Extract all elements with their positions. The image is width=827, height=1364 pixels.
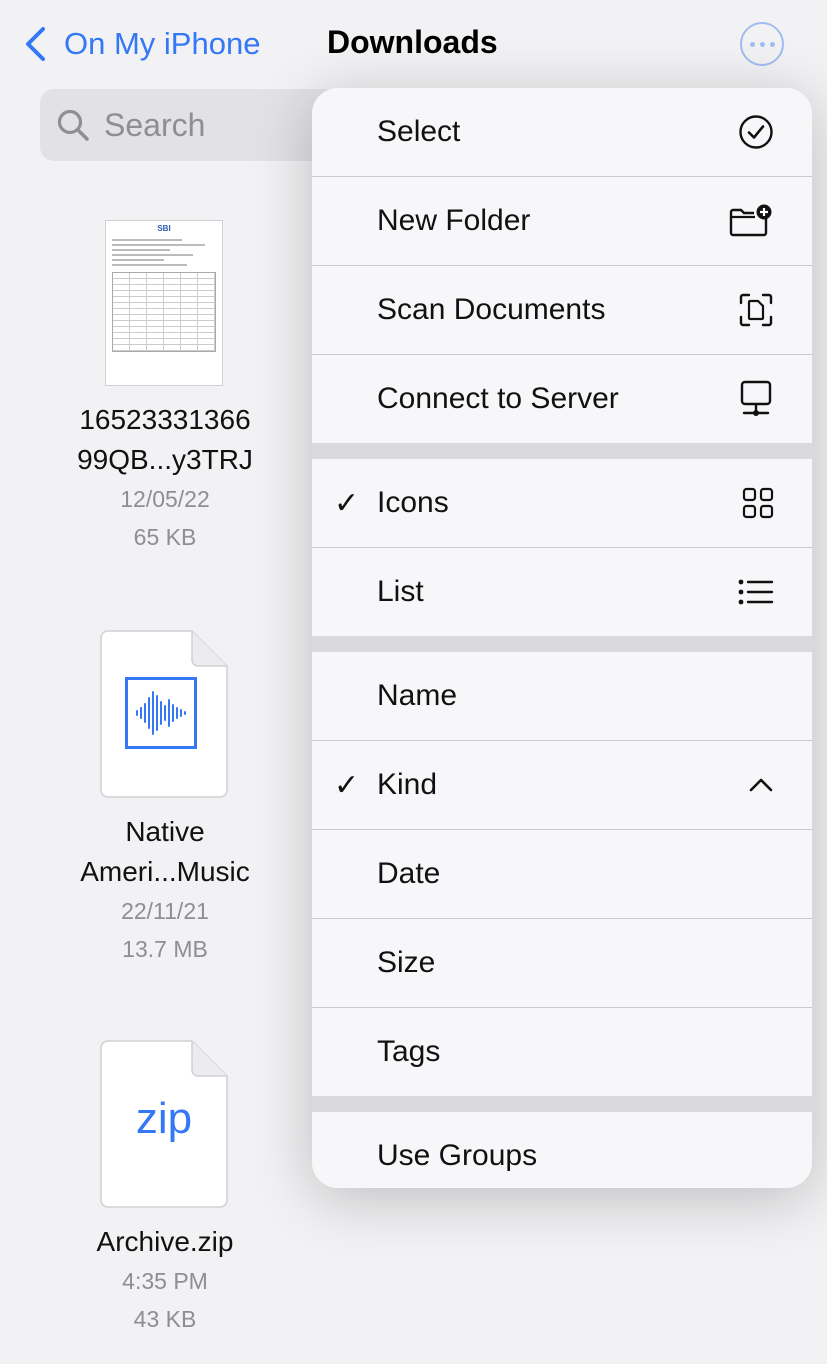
file-item-zip[interactable]: zip Archive.zip 4:35 PM 43 KB [40, 1040, 290, 1338]
file-date: 12/05/22 [120, 486, 210, 512]
back-button[interactable]: On My iPhone [24, 22, 260, 66]
menu-item-label: Name [377, 679, 458, 712]
menu-item-label: List [377, 575, 424, 608]
file-date: 4:35 PM [122, 1268, 208, 1294]
folder-plus-icon [728, 204, 774, 238]
ellipsis-icon [749, 41, 755, 47]
sbi-logo: SBI [157, 224, 171, 233]
chevron-up-icon [748, 777, 774, 793]
file-name: 16523331366 [79, 404, 251, 435]
search-icon [57, 109, 89, 141]
menu-item-label: Connect to Server [377, 382, 619, 415]
more-options-button[interactable] [740, 22, 784, 66]
ellipsis-dot [769, 41, 775, 47]
menu-item-list[interactable]: List [312, 548, 812, 636]
ellipsis-dot [759, 41, 765, 47]
file-size: 13.7 MB [122, 936, 208, 962]
pdf-thumbnail: SBI [105, 220, 223, 386]
menu-item-label: Date [377, 857, 441, 890]
menu-item-new-folder[interactable]: New Folder [312, 177, 812, 265]
page-title: Downloads [327, 24, 498, 60]
file-size: 65 KB [133, 524, 197, 550]
file-name-line2: Ameri...Music [80, 856, 250, 887]
menu-item-label: Scan Documents [377, 293, 606, 326]
menu-item-label: Tags [377, 1035, 441, 1068]
scan-doc-icon [738, 292, 774, 328]
menu-item-sort-date[interactable]: Date [312, 830, 812, 918]
menu-item-sort-size[interactable]: Size [312, 919, 812, 1007]
file-size: 43 KB [133, 1306, 197, 1332]
menu-item-label: Size [377, 946, 436, 979]
file-name-line2: 99QB...y3TRJ [77, 444, 253, 475]
menu-item-sort-tags[interactable]: Tags [312, 1008, 812, 1096]
grid-icon [742, 487, 774, 519]
back-label: On My iPhone [64, 26, 261, 61]
file-item-audio[interactable]: Native Ameri...Music 22/11/21 13.7 MB [40, 630, 290, 968]
search-placeholder: Search [104, 106, 206, 143]
menu-item-sort-kind[interactable]: ✓ Kind [312, 741, 812, 829]
menu-item-scan-documents[interactable]: Scan Documents [312, 266, 812, 354]
checkmark-icon: ✓ [334, 768, 360, 802]
file-item-pdf[interactable]: SBI 16523331366 99QB...y3TRJ 12/05/22 65… [40, 220, 290, 556]
menu-item-label: Kind [377, 768, 438, 801]
file-date: 22/11/21 [121, 898, 209, 924]
menu-item-label: New Folder [377, 204, 531, 237]
menu-item-sort-name[interactable]: Name [312, 652, 812, 740]
zip-icon-label: zip [135, 1094, 193, 1143]
menu-item-select[interactable]: Select [312, 88, 812, 176]
options-menu: Select New Folder Scan Documents Connect… [312, 88, 812, 1188]
checkmark-icon: ✓ [334, 486, 360, 520]
menu-item-icons[interactable]: ✓ Icons [312, 459, 812, 547]
menu-item-connect-to-server[interactable]: Connect to Server [312, 355, 812, 443]
audio-waveform-icon [125, 677, 197, 749]
menu-item-label: Use Groups [377, 1139, 538, 1172]
file-name: Native [125, 816, 205, 847]
menu-item-label: Icons [377, 486, 449, 519]
file-name: Archive.zip [96, 1226, 234, 1257]
checkmark-circle-icon [738, 114, 774, 150]
menu-item-label: Select [377, 115, 461, 148]
server-display-icon [738, 379, 774, 419]
chevron-left-icon [26, 27, 45, 61]
menu-item-use-groups[interactable]: Use Groups [312, 1112, 812, 1188]
list-icon [738, 578, 774, 606]
